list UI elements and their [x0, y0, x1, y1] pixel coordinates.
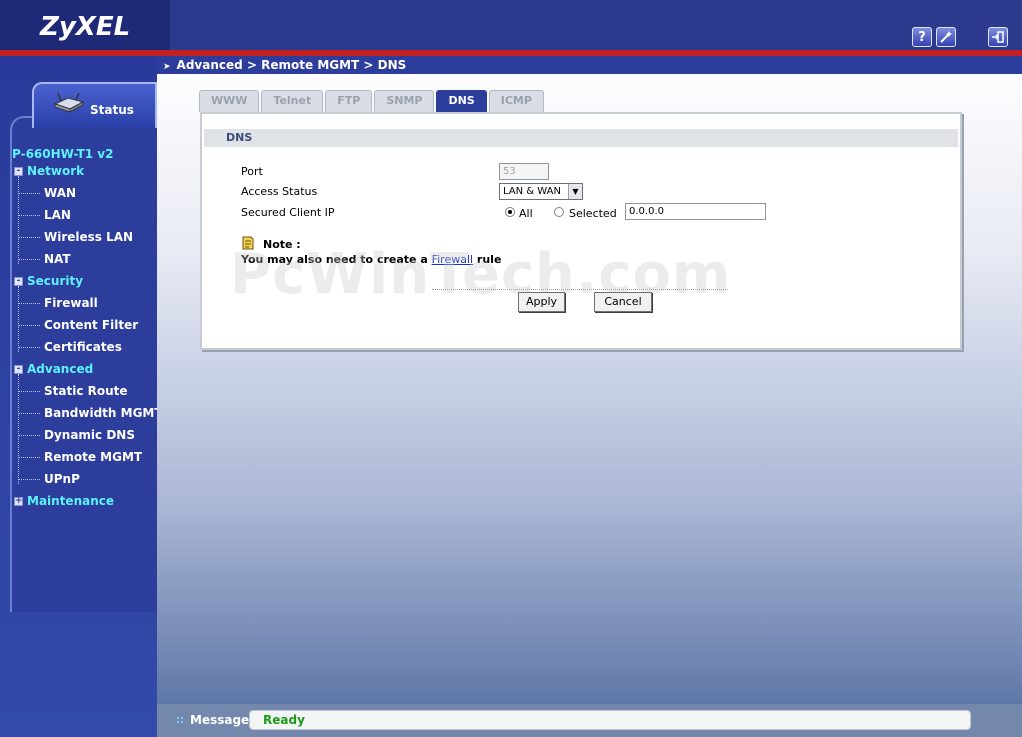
nav-section-network[interactable]: - Network [14, 164, 84, 178]
port-label: Port [241, 165, 263, 178]
collapse-icon[interactable]: - [14, 276, 23, 286]
sidebar-item-dynamic-dns[interactable]: Dynamic DNS [44, 428, 135, 442]
sidebar-item-bandwidth-mgmt[interactable]: Bandwidth MGMT [44, 406, 163, 420]
cancel-button[interactable]: Cancel [594, 292, 652, 312]
zyxel-logo: ZyXEL [40, 12, 131, 42]
message-label-text: Message [190, 713, 250, 727]
tree-tick [18, 325, 40, 326]
access-status-select[interactable]: LAN & WAN ▼ [499, 183, 583, 200]
sidebar-item-wireless-lan[interactable]: Wireless LAN [44, 230, 133, 244]
top-header: ZyXEL ? [0, 0, 1022, 52]
status-label[interactable]: Status [90, 103, 134, 117]
nav-section-maintenance[interactable]: + Maintenance [14, 494, 114, 508]
tree-tick [18, 413, 40, 414]
tree-tick [18, 303, 40, 304]
firewall-link[interactable]: Firewall [432, 253, 473, 266]
tree-tick [18, 435, 40, 436]
tree-line [18, 286, 19, 352]
tab-bar: WWW Telnet FTP SNMP DNS ICMP [199, 90, 546, 112]
secured-client-ip-label: Secured Client IP [241, 206, 335, 219]
radio-all-label[interactable]: All [519, 207, 533, 220]
section-title: DNS [204, 129, 958, 147]
dots-icon [176, 716, 184, 724]
nav-section-label[interactable]: Advanced [27, 362, 93, 376]
sidebar-item-remote-mgmt[interactable]: Remote MGMT [44, 450, 142, 464]
note-icon [242, 236, 254, 250]
arrow-icon: ➤ [163, 62, 171, 72]
help-button[interactable]: ? [912, 27, 932, 47]
tab-icmp[interactable]: ICMP [488, 90, 544, 112]
tab-telnet[interactable]: Telnet [261, 90, 324, 112]
access-status-label: Access Status [241, 185, 318, 198]
note-title: Note : [263, 238, 301, 251]
wand-icon [940, 31, 952, 43]
note-text: You may also need to create a Firewall r… [241, 253, 501, 266]
note-text-before: You may also need to create a [241, 253, 428, 266]
tree-tick [18, 237, 40, 238]
sidebar-item-content-filter[interactable]: Content Filter [44, 318, 138, 332]
question-icon: ? [918, 29, 926, 45]
logout-icon [992, 31, 1004, 43]
router-icon [53, 92, 85, 113]
device-model: P-660HW-T1 v2 [12, 147, 114, 161]
tab-dns[interactable]: DNS [436, 90, 487, 112]
tree-tick [18, 215, 40, 216]
nav-section-label[interactable]: Maintenance [27, 494, 114, 508]
dns-panel [200, 112, 962, 350]
expand-icon[interactable]: + [14, 496, 23, 506]
tab-snmp[interactable]: SNMP [374, 90, 435, 112]
tree-tick [18, 391, 40, 392]
tree-tick [18, 347, 40, 348]
sidebar-item-static-route[interactable]: Static Route [44, 384, 128, 398]
apply-button[interactable]: Apply [518, 292, 565, 312]
tree-tick [18, 193, 40, 194]
nav-section-security[interactable]: - Security [14, 274, 83, 288]
tree-tick [18, 457, 40, 458]
radio-all[interactable] [505, 207, 515, 217]
logout-button[interactable] [988, 27, 1008, 47]
breadcrumb-text: Advanced > Remote MGMT > DNS [176, 58, 407, 72]
radio-selected-label[interactable]: Selected [569, 207, 617, 220]
nav-section-label[interactable]: Network [27, 164, 84, 178]
sidebar-item-wan[interactable]: WAN [44, 186, 76, 200]
access-status-value: LAN & WAN [503, 186, 561, 197]
separator [432, 289, 728, 290]
wizard-button[interactable] [936, 27, 956, 47]
port-field: 53 [499, 163, 549, 180]
tree-tick [18, 479, 40, 480]
sidebar-item-lan[interactable]: LAN [44, 208, 71, 222]
sidebar-item-firewall[interactable]: Firewall [44, 296, 98, 310]
nav-section-advanced[interactable]: - Advanced [14, 362, 93, 376]
client-ip-field[interactable]: 0.0.0.0 [625, 203, 766, 220]
radio-selected[interactable] [554, 207, 564, 217]
tab-www[interactable]: WWW [199, 90, 260, 112]
collapse-icon[interactable]: - [14, 166, 23, 176]
status-message: Ready [249, 710, 971, 730]
tree-tick [18, 259, 40, 260]
sidebar-item-upnp[interactable]: UPnP [44, 472, 80, 486]
collapse-icon[interactable]: - [14, 364, 23, 374]
sidebar-item-nat[interactable]: NAT [44, 252, 71, 266]
tree-line [18, 176, 19, 264]
note-text-after: rule [476, 253, 502, 266]
message-label: Message [176, 713, 249, 727]
breadcrumb: ➤ Advanced > Remote MGMT > DNS [157, 56, 1022, 74]
chevron-down-icon[interactable]: ▼ [568, 184, 582, 199]
nav-section-label[interactable]: Security [27, 274, 83, 288]
tab-ftp[interactable]: FTP [325, 90, 373, 112]
sidebar-item-certificates[interactable]: Certificates [44, 340, 122, 354]
